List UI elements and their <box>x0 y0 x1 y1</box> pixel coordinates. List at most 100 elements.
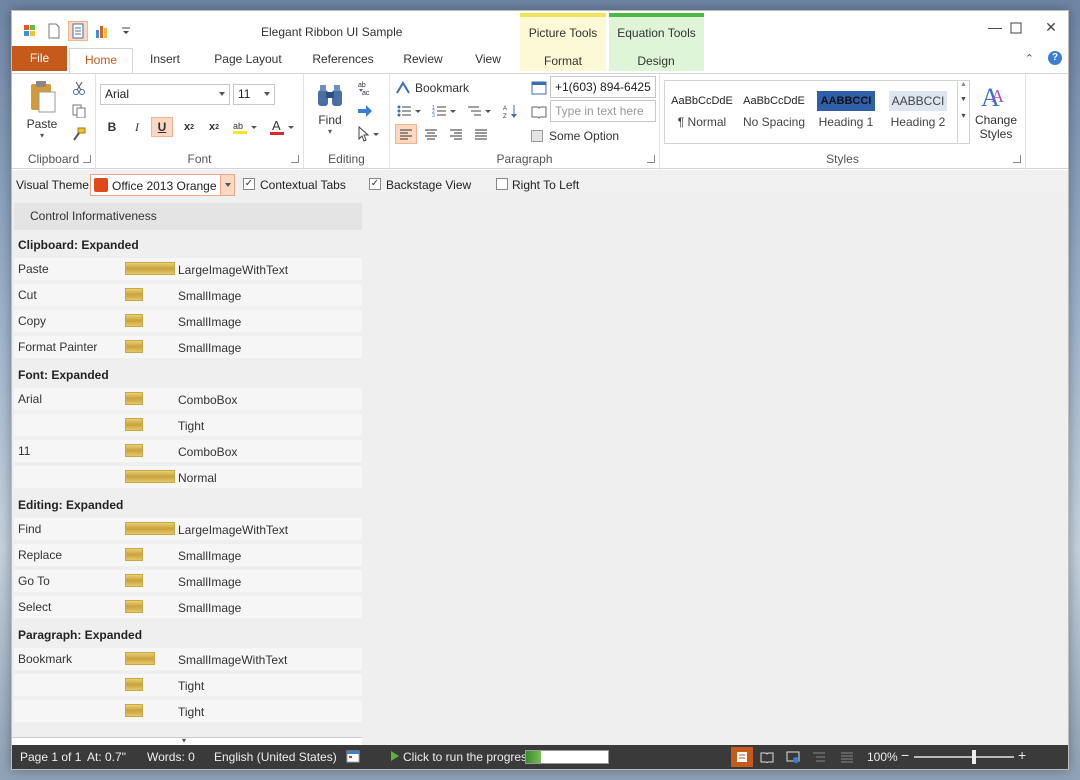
align-center-icon[interactable] <box>420 124 442 144</box>
multilevel-list-button[interactable] <box>465 101 495 121</box>
numbering-button[interactable]: 123 <box>430 101 460 121</box>
font-color-button[interactable]: A <box>268 117 298 137</box>
collapse-ribbon-icon[interactable]: ⌃ <box>1025 52 1034 65</box>
text-input[interactable]: Type in text here <box>550 100 656 122</box>
some-option-checkbox[interactable]: Some Option <box>528 126 628 146</box>
informativeness-bar <box>125 522 175 535</box>
bookmark-button[interactable]: Bookmark <box>395 78 485 98</box>
styles-scroll[interactable]: ▲ ▼ ▾ <box>957 81 969 143</box>
svg-text:A: A <box>272 119 281 133</box>
highlight-color-button[interactable]: ab <box>231 117 261 137</box>
tab-design[interactable]: Design <box>612 50 700 75</box>
zoom-level[interactable]: 100% <box>867 750 898 764</box>
editing-group-label: Editing <box>328 152 365 166</box>
print-layout-icon[interactable] <box>731 747 753 767</box>
copy-icon[interactable] <box>68 101 90 121</box>
tab-file[interactable]: File <box>12 46 67 71</box>
web-layout-icon[interactable] <box>782 747 804 767</box>
zoom-out-icon[interactable]: − <box>901 747 909 763</box>
italic-button[interactable]: I <box>126 117 148 137</box>
contextual-tabs-checkbox[interactable]: ✓ <box>243 178 255 190</box>
replace-icon[interactable]: ab ac <box>354 78 376 98</box>
clipboard-launcher-icon[interactable] <box>83 155 91 163</box>
format-painter-icon[interactable] <box>68 124 90 144</box>
calendar-icon[interactable] <box>346 749 360 766</box>
select-icon[interactable] <box>354 124 384 144</box>
help-area: ⌃ ? <box>1025 51 1062 65</box>
tab-page-layout[interactable]: Page Layout <box>203 48 293 73</box>
align-right-icon[interactable] <box>445 124 467 144</box>
font-color-icon: A <box>270 119 294 135</box>
tab-view[interactable]: View <box>464 48 512 73</box>
phone-input[interactable]: +1(603) 894-6425 <box>550 76 656 98</box>
superscript-button[interactable]: x2 <box>203 117 225 137</box>
sort-icon[interactable]: AZ <box>500 101 522 121</box>
row-state-value: Tight <box>178 705 205 719</box>
font-launcher-icon[interactable] <box>291 155 299 163</box>
scroll-down-icon[interactable]: ▾ <box>182 736 186 745</box>
draft-icon[interactable] <box>836 747 858 767</box>
maximize-icon[interactable] <box>1001 19 1031 37</box>
styles-launcher-icon[interactable] <box>1013 155 1021 163</box>
paragraph-launcher-icon[interactable] <box>647 155 655 163</box>
cut-icon[interactable] <box>68 78 90 98</box>
chart-icon[interactable] <box>92 21 112 41</box>
tab-format[interactable]: Format <box>524 50 602 75</box>
right-to-left-checkbox[interactable] <box>496 178 508 190</box>
underline-button[interactable]: U <box>151 117 173 137</box>
styles-up-icon[interactable]: ▲ <box>958 81 969 88</box>
font-family-combo[interactable]: Arial <box>100 84 230 105</box>
outline-icon[interactable] <box>808 747 830 767</box>
visual-theme-dropdown-icon[interactable] <box>220 175 234 195</box>
customize-qat-icon[interactable] <box>116 21 136 41</box>
change-styles-button[interactable]: AA Change Styles <box>972 78 1020 141</box>
app-menu-icon[interactable] <box>20 21 40 41</box>
visual-theme-combo[interactable]: Office 2013 Orange I <box>90 174 235 196</box>
reading-mode-icon[interactable] <box>756 747 778 767</box>
binoculars-icon <box>318 85 342 106</box>
bold-button[interactable]: B <box>101 117 123 137</box>
styles-group: AaBbCcDdE ¶ Normal AaBbCcDdE No Spacing … <box>660 74 1026 170</box>
run-progress-label[interactable]: Click to run the progress <box>403 750 533 764</box>
paragraph-group: Bookmark 123 AZ +1(603) 894-6425 Type in… <box>390 74 660 170</box>
style-no-spacing[interactable]: AaBbCcDdE No Spacing <box>739 87 809 137</box>
close-icon[interactable]: ✕ <box>1036 19 1066 36</box>
font-size-value: 11 <box>238 87 251 101</box>
paste-button[interactable]: Paste ▾ <box>24 80 60 140</box>
status-language[interactable]: English (United States) <box>214 750 337 764</box>
run-icon[interactable] <box>390 750 400 765</box>
document-icon[interactable] <box>68 21 88 41</box>
paste-icon <box>31 81 56 113</box>
zoom-thumb[interactable] <box>972 750 976 764</box>
style-heading-1[interactable]: AABBCCI Heading 1 <box>811 87 881 137</box>
zoom-slider[interactable] <box>914 750 1014 764</box>
horizontal-scrollbar[interactable]: ▾ <box>12 736 362 745</box>
styles-down-icon[interactable]: ▼ <box>958 96 969 103</box>
table-row: Tight <box>14 674 362 696</box>
font-size-combo[interactable]: 11 <box>233 84 275 105</box>
style-normal[interactable]: AaBbCcDdE ¶ Normal <box>667 87 737 137</box>
style-heading-2[interactable]: AABBCCI Heading 2 <box>883 87 953 137</box>
new-document-icon[interactable] <box>44 21 64 41</box>
bullets-button[interactable] <box>395 101 425 121</box>
tab-home[interactable]: Home <box>69 48 133 75</box>
align-left-icon[interactable] <box>395 124 417 144</box>
informativeness-bar <box>125 340 143 353</box>
row-state-value: SmallImageWithText <box>178 653 288 667</box>
tab-references[interactable]: References <box>304 48 382 73</box>
informativeness-bar <box>125 574 143 587</box>
help-icon[interactable]: ? <box>1048 51 1062 65</box>
row-state-value: LargeImageWithText <box>178 523 289 537</box>
go-to-icon[interactable] <box>354 101 376 121</box>
visual-theme-label: Visual Theme <box>16 178 89 192</box>
backstage-view-checkbox[interactable]: ✓ <box>369 178 381 190</box>
tab-insert[interactable]: Insert <box>137 48 193 73</box>
tab-review[interactable]: Review <box>394 48 452 73</box>
subscript-button[interactable]: x2 <box>178 117 200 137</box>
justify-icon[interactable] <box>470 124 492 144</box>
informativeness-panel: Control Informativeness Clipboard: Expan… <box>14 203 362 741</box>
informativeness-bar <box>125 418 143 431</box>
zoom-in-icon[interactable]: + <box>1018 747 1026 763</box>
styles-more-icon[interactable]: ▾ <box>958 111 969 120</box>
find-button[interactable]: Find ▾ <box>312 82 348 136</box>
